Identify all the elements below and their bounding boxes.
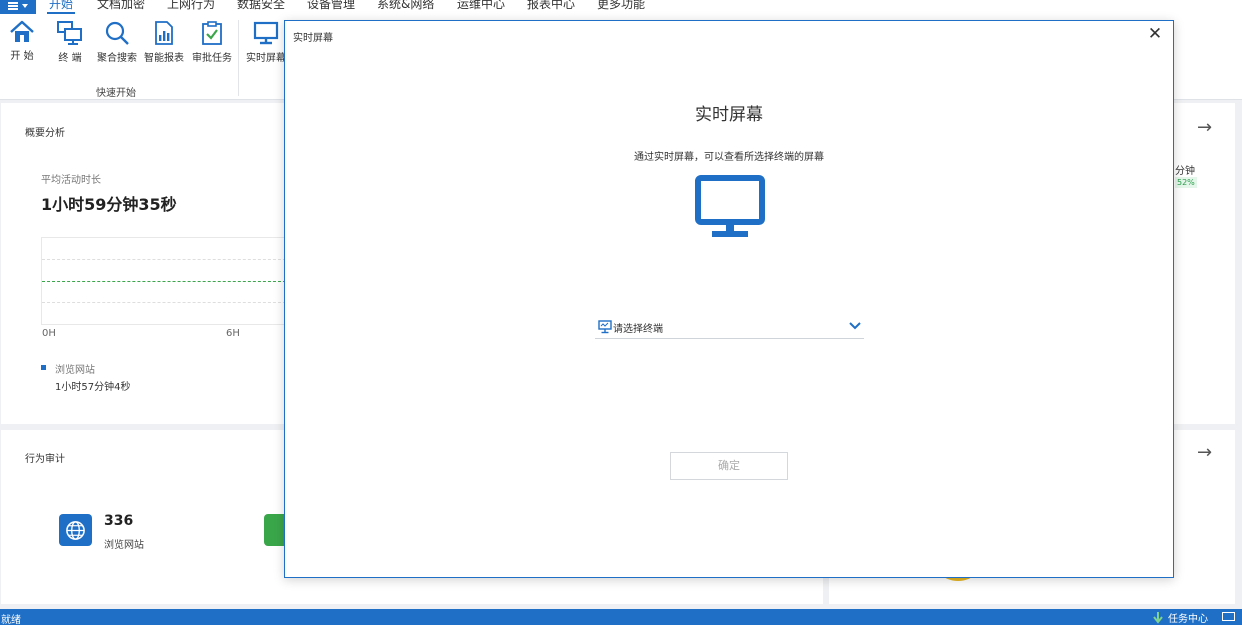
legend-name: 浏览网站: [55, 365, 95, 376]
task-center-label: 任务中心: [1168, 614, 1208, 625]
chart-average-line: [42, 281, 291, 282]
menu-item-start[interactable]: 开始: [46, 0, 76, 14]
status-bar: 就绪 任务中心: [0, 609, 1242, 625]
dialog-description: 通过实时屏幕，可以查看所选择终端的屏幕: [634, 152, 824, 163]
overview-title: 概要分析: [25, 128, 65, 139]
approval-icon: [202, 21, 222, 45]
menu-item-more-features[interactable]: 更多功能: [597, 0, 645, 12]
monitor-illustration-icon: [695, 175, 765, 237]
menu-item-report-center[interactable]: 报表中心: [527, 0, 575, 12]
behavior-more-arrow-icon[interactable]: →: [1197, 442, 1212, 463]
menu-item-doc-encryption[interactable]: 文档加密: [97, 0, 145, 12]
search-icon: [105, 21, 129, 45]
terminals-icon: [57, 21, 82, 45]
menu-item-ops-center[interactable]: 运维中心: [457, 0, 505, 12]
browse-count: 336: [104, 513, 134, 529]
confirm-button[interactable]: 确定: [670, 452, 788, 480]
dialog-title: 实时屏幕: [293, 33, 333, 44]
select-placeholder: 请选择终端: [613, 324, 663, 335]
ribbon-button-approval[interactable]: 审批任务: [187, 20, 237, 64]
ribbon-label: 终 端: [58, 53, 82, 64]
ribbon-label: 开 始: [10, 51, 34, 62]
chart-tick-0h: 0H: [42, 328, 56, 339]
browse-label: 浏览网站: [104, 540, 144, 551]
legend-marker: [41, 365, 46, 370]
home-icon: [10, 20, 34, 42]
realtime-screen-dialog: 实时屏幕 ✕ 实时屏幕 通过实时屏幕，可以查看所选择终端的屏幕 请选择终端 确定: [284, 20, 1174, 578]
top-menu-bar: 开始 文档加密 上网行为 数据安全 设备管理 系统&网络 运维中心 报表中心 更…: [0, 0, 1242, 14]
menu-item-system-network[interactable]: 系统&网络: [377, 0, 434, 12]
menu-item-device-management[interactable]: 设备管理: [307, 0, 355, 12]
ribbon-label: 智能报表: [144, 53, 184, 64]
report-icon: [155, 21, 173, 45]
avg-activity-label: 平均活动时长: [41, 175, 101, 186]
chart-gridline: [42, 302, 291, 303]
ribbon-button-smart-report[interactable]: 智能报表: [139, 20, 189, 64]
legend-value: 1小时57分钟4秒: [55, 382, 131, 393]
dialog-heading: 实时屏幕: [695, 105, 763, 125]
chevron-down-icon: [849, 322, 861, 330]
terminal-select-dropdown[interactable]: 请选择终端: [595, 317, 864, 339]
menu-item-web-behavior[interactable]: 上网行为: [167, 0, 215, 12]
chart-gridline: [42, 259, 291, 260]
terminal-icon: [598, 320, 612, 334]
ribbon-label: 审批任务: [192, 53, 232, 64]
right-stat-badge: 52%: [1175, 177, 1197, 188]
globe-icon: [59, 514, 92, 546]
menu-item-data-security[interactable]: 数据安全: [237, 0, 285, 12]
behavior-title: 行为审计: [25, 454, 65, 465]
overview-more-arrow-icon[interactable]: →: [1197, 117, 1212, 138]
activity-chart: [41, 237, 291, 325]
avg-activity-value: 1小时59分钟35秒: [41, 195, 177, 214]
download-icon: [1153, 612, 1163, 624]
status-text: 就绪: [1, 615, 21, 625]
task-center-button[interactable]: 任务中心: [1152, 610, 1208, 625]
ribbon-label: 聚合搜索: [97, 53, 137, 64]
ribbon-group-label: 快速开始: [96, 88, 136, 99]
ribbon-button-search[interactable]: 聚合搜索: [92, 20, 142, 64]
mail-icon[interactable]: [1222, 612, 1235, 621]
app-menu-button[interactable]: [0, 0, 36, 14]
ribbon-button-terminals[interactable]: 终 端: [45, 20, 95, 64]
ribbon-button-start[interactable]: 开 始: [0, 20, 47, 62]
caret-down-icon: [22, 4, 28, 8]
ribbon-group-divider: [238, 20, 239, 96]
monitor-icon: [253, 21, 279, 45]
right-stat-value: 分钟: [1175, 166, 1195, 177]
close-icon[interactable]: ✕: [1147, 24, 1163, 44]
chart-tick-6h: 6H: [226, 328, 240, 339]
hamburger-icon: [8, 2, 18, 10]
